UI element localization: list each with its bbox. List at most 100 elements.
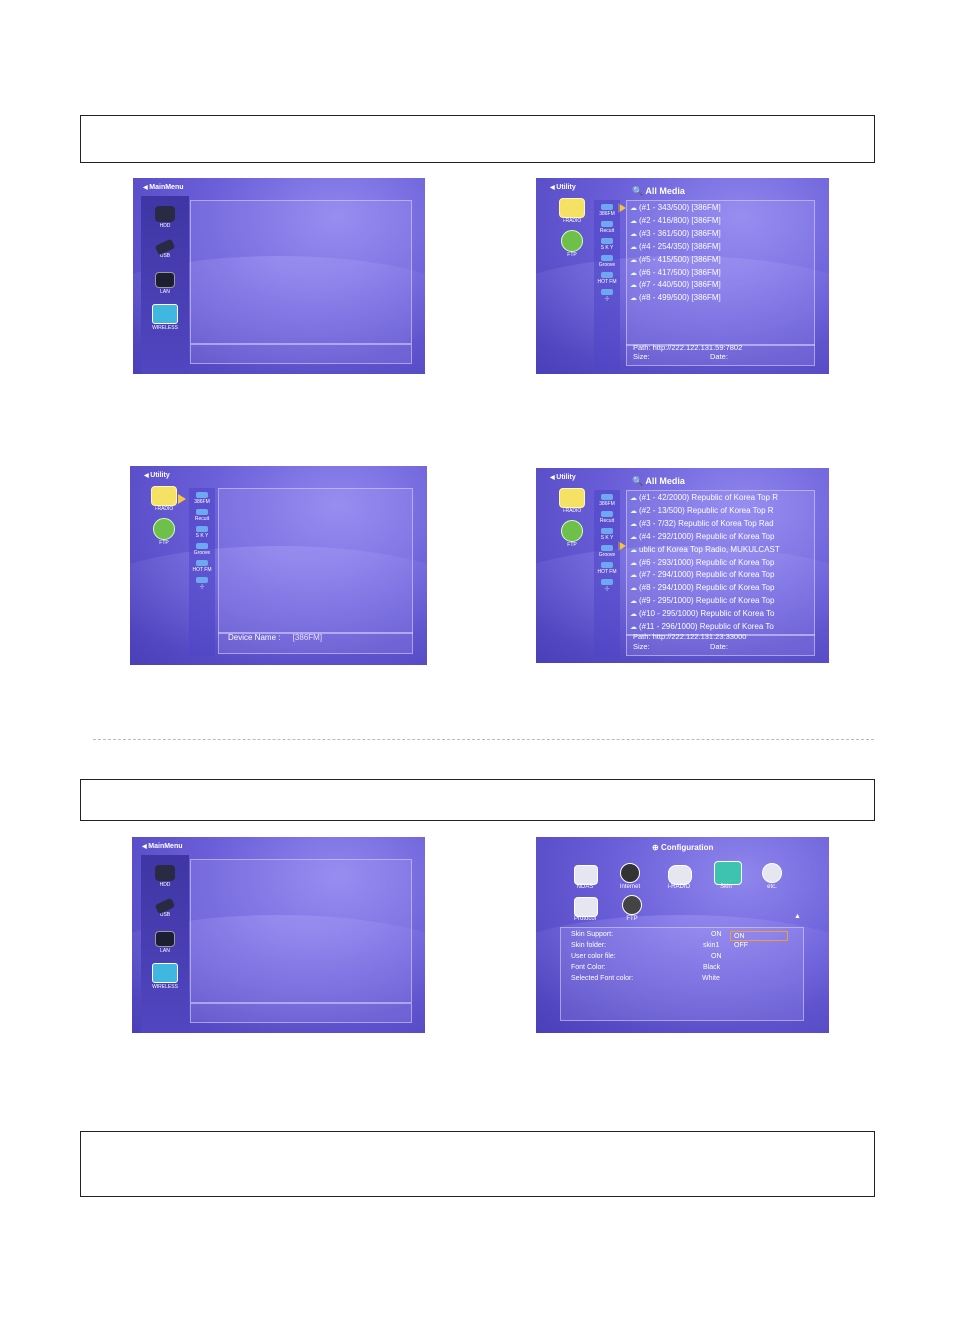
device-usb[interactable]: USB — [141, 897, 189, 918]
channel-label[interactable]: 386FM — [189, 499, 215, 505]
hdd-icon — [155, 206, 175, 222]
channel-label[interactable]: 386FM — [594, 501, 620, 507]
list-item[interactable]: (#4 - 292/1000) Republic of Korea Top — [630, 531, 812, 544]
channel-icon — [601, 289, 613, 295]
list-item[interactable]: (#3 - 7/32) Republic of Korea Top Rad — [630, 518, 812, 531]
device-hdd[interactable]: HDD — [141, 865, 189, 888]
utility-sidebar: i-RADIO FTP — [144, 480, 184, 546]
screenshot-utility-list: Utility i-RADIO FTP 386FM Recuit S K Y G… — [536, 178, 829, 374]
channel-label[interactable]: Groove — [189, 550, 215, 556]
channel-icon — [601, 511, 613, 517]
channel-label[interactable]: S K Y — [594, 535, 620, 541]
top-label: MainMenu — [142, 843, 182, 850]
channel-label[interactable]: Groove — [594, 552, 620, 558]
device-wireless[interactable]: WIRELESS — [141, 963, 189, 990]
ftp-icon[interactable] — [561, 230, 583, 252]
content-panel — [190, 200, 412, 344]
list-item-selected[interactable]: ublic of Korea Top Radio, MUKULCAST — [630, 544, 812, 557]
channel-icon — [601, 255, 613, 261]
list-item[interactable]: (#8 - 294/1000) Republic of Korea Top — [630, 582, 812, 595]
setting-value[interactable]: skin1 — [703, 942, 719, 949]
list-item[interactable]: (#10 - 295/1000) Republic of Korea To — [630, 608, 812, 621]
scroll-up-icon[interactable]: ▲ — [794, 913, 801, 920]
device-sidebar: HDD USB LAN WIRELESS — [141, 855, 189, 1033]
list-item[interactable]: (#7 - 294/1000) Republic of Korea Top — [630, 569, 812, 582]
channel-label[interactable]: S K Y — [189, 533, 215, 539]
channel-label[interactable]: S K Y — [594, 245, 620, 251]
list-item[interactable]: (#6 - 293/1000) Republic of Korea Top — [630, 557, 812, 570]
channel-label[interactable]: HOT FM — [594, 569, 620, 575]
channel-label[interactable]: -|- — [594, 586, 620, 592]
channel-icon — [601, 528, 613, 534]
list-item[interactable]: (#1 - 343/500) [386FM] — [630, 202, 810, 215]
internet-icon[interactable] — [620, 863, 640, 883]
text-box-2 — [80, 779, 875, 821]
screenshot-utility-list-2: Utility i-RADIO FTP 386FM Recuit S K Y G… — [536, 468, 829, 663]
setting-value[interactable]: White — [702, 975, 720, 982]
content-panel — [190, 859, 412, 1003]
channel-list: 386FM Recuit S K Y Groove HOT FM -|- — [594, 200, 620, 370]
list-item[interactable]: (#7 - 440/500) [386FM] — [630, 279, 810, 292]
list-item[interactable]: (#6 - 417/500) [386FM] — [630, 267, 810, 280]
channel-label[interactable]: Recuit — [594, 228, 620, 234]
protocol-icon[interactable] — [574, 897, 598, 917]
config-title: ⊕ Configuration — [652, 843, 714, 852]
list-item[interactable]: (#8 - 499/500) [386FM] — [630, 292, 810, 305]
list-item[interactable]: (#9 - 295/1000) Republic of Korea Top — [630, 595, 812, 608]
channel-icon — [601, 494, 613, 500]
channel-label[interactable]: -|- — [594, 296, 620, 302]
skin-icon[interactable] — [714, 861, 742, 885]
text-box-3 — [80, 1131, 875, 1197]
iradio-icon[interactable] — [559, 488, 585, 508]
setting-value[interactable]: ON — [711, 931, 722, 938]
channel-label[interactable]: Groove — [594, 262, 620, 268]
gear-icon: ⊕ — [652, 843, 659, 852]
device-hdd[interactable]: HDD — [141, 206, 189, 229]
etc-icon[interactable] — [762, 863, 782, 883]
path-line: Path: http://222.122.131.59:7802 — [633, 343, 743, 352]
selection-arrow-icon — [178, 494, 186, 504]
channel-list: 386FM Recuit S K Y Groove HOT FM -|- — [189, 488, 215, 656]
list-header: 🔍 All Media — [632, 476, 685, 486]
iradio-icon[interactable] — [151, 486, 177, 506]
list-header: 🔍 All Media — [632, 186, 685, 196]
channel-label[interactable]: Recuit — [189, 516, 215, 522]
info-bar — [190, 1003, 412, 1023]
channel-label[interactable]: 386FM — [594, 211, 620, 217]
list-item[interactable]: (#2 - 416/800) [386FM] — [630, 215, 810, 228]
list-item[interactable]: (#4 - 254/350) [386FM] — [630, 241, 810, 254]
ftp-icon[interactable] — [561, 520, 583, 542]
text-box-1 — [80, 115, 875, 163]
ftp-icon[interactable] — [622, 895, 642, 915]
channel-icon — [196, 492, 208, 498]
iradio-icon[interactable] — [559, 198, 585, 218]
media-list: (#1 - 42/2000) Republic of Korea Top R (… — [630, 492, 812, 634]
device-wireless[interactable]: WIRELESS — [141, 304, 189, 331]
setting-value[interactable]: ON — [711, 953, 722, 960]
setting-value[interactable]: Black — [703, 964, 720, 971]
list-item[interactable]: (#5 - 415/500) [386FM] — [630, 254, 810, 267]
setting-name: Selected Font color: — [571, 975, 634, 982]
ftp-icon[interactable] — [153, 518, 175, 540]
top-label: Utility — [144, 472, 169, 479]
device-lan[interactable]: LAN — [141, 272, 189, 295]
ndas-icon[interactable] — [574, 865, 598, 885]
setting-name: User color file: — [571, 953, 616, 960]
channel-label[interactable]: Recuit — [594, 518, 620, 524]
option-off[interactable]: OFF — [734, 942, 748, 949]
list-item[interactable]: (#1 - 42/2000) Republic of Korea Top R — [630, 492, 812, 505]
channel-label[interactable]: HOT FM — [594, 279, 620, 285]
channel-icon — [601, 579, 613, 585]
channel-label[interactable]: HOT FM — [189, 567, 215, 573]
iradio-icon[interactable] — [668, 865, 692, 885]
search-icon: 🔍 — [632, 186, 644, 196]
channel-icon — [196, 543, 208, 549]
channel-icon — [601, 272, 613, 278]
list-item[interactable]: (#2 - 13/500) Republic of Korea Top R — [630, 505, 812, 518]
device-usb[interactable]: USB — [141, 238, 189, 259]
device-lan[interactable]: LAN — [141, 931, 189, 954]
section-separator — [93, 739, 874, 740]
option-on-selected[interactable]: ON — [730, 931, 788, 941]
list-item[interactable]: (#3 - 361/500) [386FM] — [630, 228, 810, 241]
channel-label[interactable]: -|- — [189, 584, 215, 590]
